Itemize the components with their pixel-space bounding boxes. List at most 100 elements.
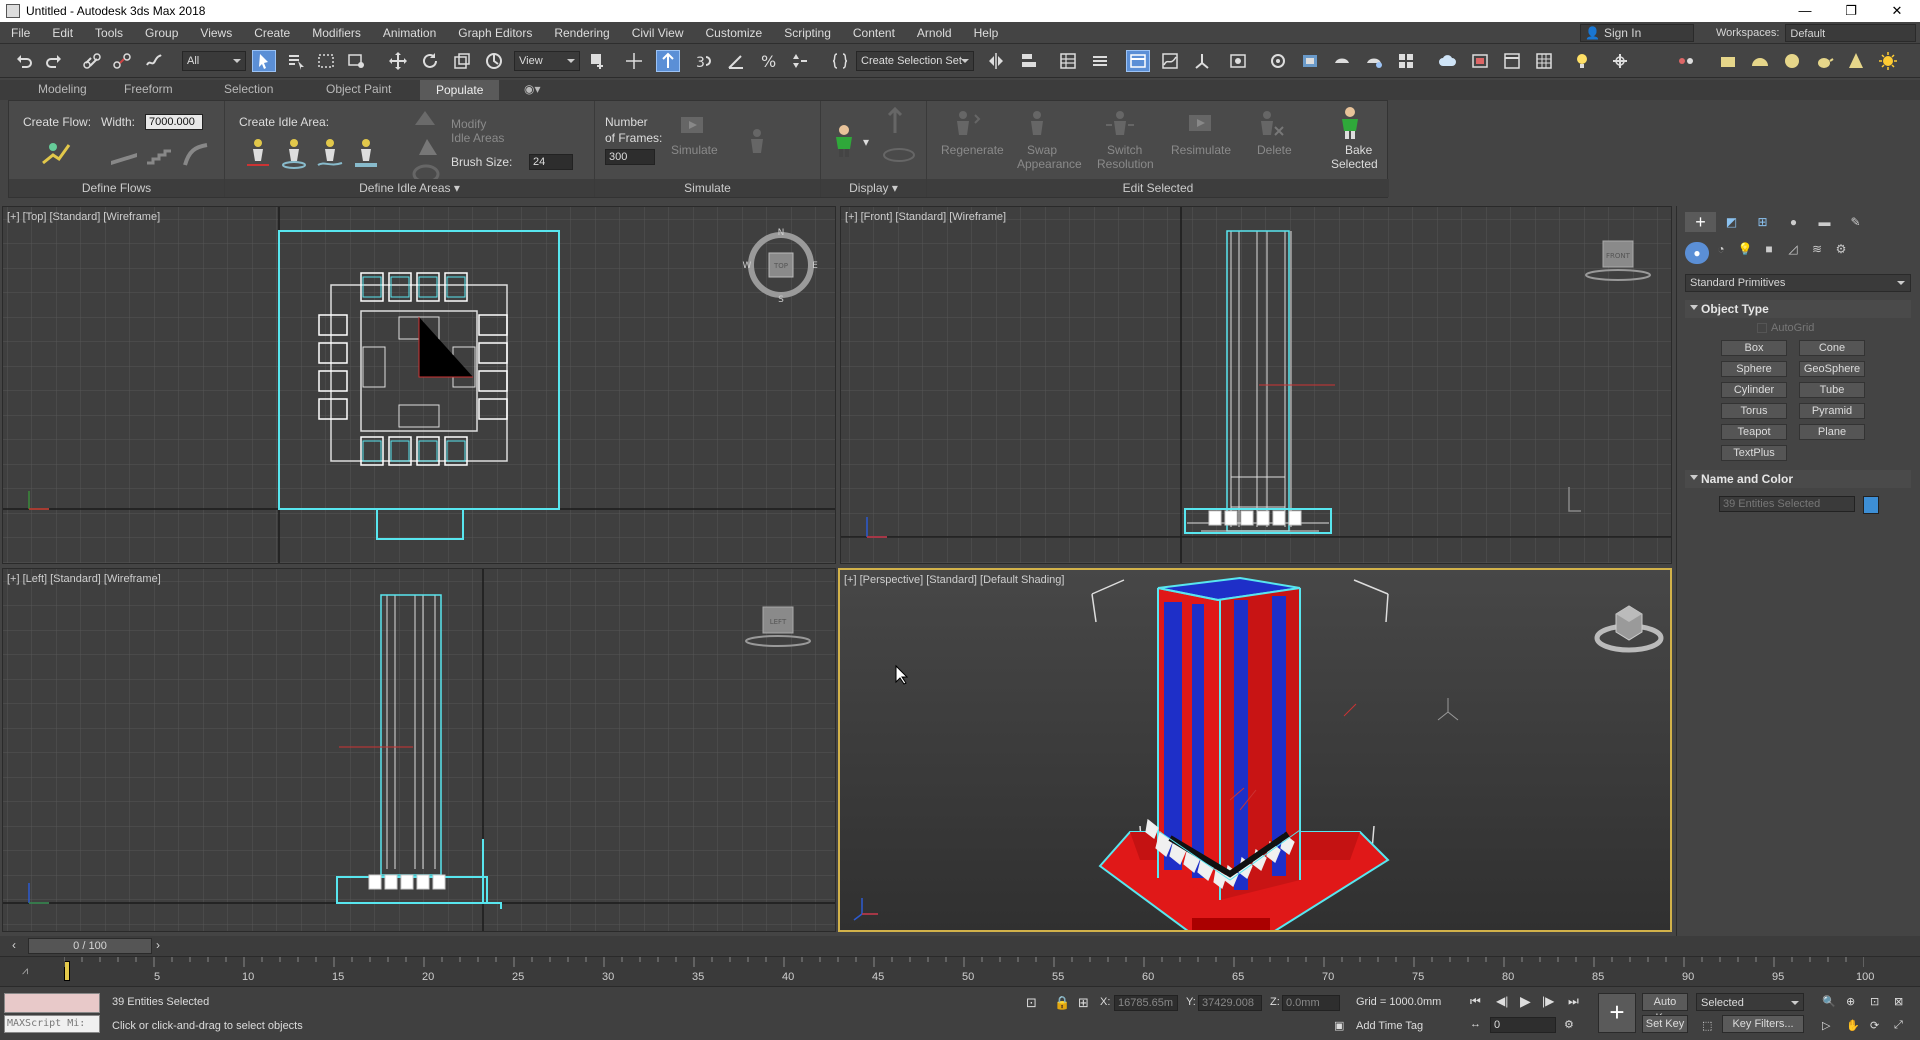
simulate-label[interactable]: Simulate bbox=[671, 143, 718, 157]
select-manipulate-icon[interactable] bbox=[622, 50, 646, 72]
tab-object-paint[interactable]: Object Paint bbox=[326, 82, 391, 96]
cameras-icon[interactable]: ■ bbox=[1757, 242, 1781, 264]
z-coordinate-field[interactable]: 0.0mm bbox=[1282, 995, 1340, 1011]
grid-panel-icon[interactable] bbox=[1532, 50, 1556, 72]
idle-circle-icon[interactable] bbox=[279, 135, 309, 169]
add-idle-icon[interactable] bbox=[411, 107, 439, 131]
teapot-primitive-icon[interactable] bbox=[1812, 50, 1836, 72]
schematic-view-icon[interactable] bbox=[1190, 50, 1214, 72]
key-selection-dropdown[interactable]: Selected bbox=[1696, 993, 1804, 1011]
mirror-icon[interactable] bbox=[984, 50, 1008, 72]
lights-icon[interactable]: 💡 bbox=[1733, 242, 1757, 264]
width-input[interactable]: 7000.000 bbox=[145, 114, 203, 130]
unlink-icon[interactable] bbox=[110, 50, 134, 72]
flow-ramp-icon[interactable] bbox=[109, 141, 139, 167]
display-tab-icon[interactable]: ▬ bbox=[1809, 212, 1840, 232]
edit-named-selection-icon[interactable] bbox=[828, 50, 852, 72]
sun-icon[interactable] bbox=[1876, 50, 1900, 72]
name-and-color-rollout[interactable]: Name and Color bbox=[1685, 470, 1911, 488]
snap-toggle-icon[interactable]: 3 bbox=[692, 50, 716, 72]
menu-edit[interactable]: Edit bbox=[41, 22, 84, 44]
helpers-icon[interactable]: ◿ bbox=[1781, 242, 1805, 264]
viewport-front-label[interactable]: [+] [Front] [Standard] [Wireframe] bbox=[845, 211, 1006, 223]
torus-button[interactable]: Torus bbox=[1721, 403, 1787, 419]
object-color-swatch[interactable] bbox=[1863, 496, 1879, 514]
cone-button[interactable]: Cone bbox=[1799, 340, 1865, 356]
viewcube-front[interactable]: FRONT bbox=[1581, 237, 1657, 287]
zoom-extents-icon[interactable]: ⊡ bbox=[1870, 995, 1879, 1008]
viewport-front[interactable]: [+] [Front] [Standard] [Wireframe] FRONT bbox=[840, 206, 1672, 564]
y-coordinate-field[interactable]: 37429.008 bbox=[1198, 995, 1262, 1011]
autogrid-checkbox[interactable] bbox=[1757, 323, 1767, 333]
idle-spline-icon[interactable] bbox=[351, 135, 381, 169]
regenerate-icon[interactable] bbox=[949, 107, 983, 141]
time-prev-icon[interactable]: ‹ bbox=[12, 938, 16, 952]
menu-scripting[interactable]: Scripting bbox=[773, 22, 842, 44]
hierarchy-tab-icon[interactable]: ⊞ bbox=[1747, 212, 1778, 232]
menu-arnold[interactable]: Arnold bbox=[906, 22, 963, 44]
motion-tab-icon[interactable]: ● bbox=[1778, 212, 1809, 232]
scene-explorer-icon[interactable] bbox=[1056, 50, 1080, 72]
box-primitive-icon[interactable] bbox=[1716, 50, 1740, 72]
systems-icon[interactable]: ⚙ bbox=[1829, 242, 1853, 264]
auto-key-button[interactable]: Auto Key bbox=[1642, 993, 1688, 1024]
switch-label-2[interactable]: Resolution bbox=[1097, 157, 1154, 171]
resimulate-icon[interactable] bbox=[1183, 107, 1217, 141]
menu-tools[interactable]: Tools bbox=[84, 22, 134, 44]
simulate-step-icon[interactable] bbox=[743, 125, 771, 159]
named-selection-set-dropdown[interactable]: Create Selection Set bbox=[856, 51, 974, 71]
menu-group[interactable]: Group bbox=[134, 22, 189, 44]
time-tag-icon[interactable]: ▣ bbox=[1334, 1019, 1344, 1032]
bones-icon[interactable] bbox=[1608, 50, 1632, 72]
reference-coord-dropdown[interactable]: View bbox=[514, 51, 580, 71]
display-dropdown-icon[interactable]: ▾ bbox=[863, 135, 869, 149]
menu-help[interactable]: Help bbox=[963, 22, 1010, 44]
pyramid-button[interactable]: Pyramid bbox=[1799, 403, 1865, 419]
orbit-icon[interactable]: ⟳ bbox=[1870, 1019, 1879, 1032]
bind-space-warp-icon[interactable] bbox=[142, 50, 166, 72]
tab-freeform[interactable]: Freeform bbox=[124, 82, 173, 96]
switch-resolution-icon[interactable] bbox=[1103, 107, 1137, 141]
bake-label[interactable]: Bake bbox=[1345, 143, 1372, 157]
viewport-perspective[interactable]: [+] [Perspective] [Standard] [Default Sh… bbox=[838, 568, 1672, 932]
select-by-name-icon[interactable] bbox=[284, 50, 308, 72]
goto-start-icon[interactable]: ⏮ bbox=[1470, 994, 1481, 1009]
flow-curve-icon[interactable] bbox=[181, 141, 211, 167]
bake-selected-icon[interactable] bbox=[1335, 105, 1365, 141]
rotate-icon[interactable] bbox=[418, 50, 442, 72]
keyboard-shortcut-override-icon[interactable] bbox=[656, 50, 680, 72]
tube-button[interactable]: Tube bbox=[1799, 382, 1865, 398]
swap-label-2[interactable]: Appearance bbox=[1017, 157, 1082, 171]
isolate-selection-icon[interactable]: ⊡ bbox=[1026, 995, 1037, 1011]
restore-button[interactable]: ❐ bbox=[1828, 0, 1874, 22]
viewcube-compass[interactable]: TOP N S W E bbox=[741, 225, 821, 305]
toggle-ribbon-icon[interactable] bbox=[1126, 50, 1150, 72]
workspaces-value[interactable]: Default bbox=[1785, 24, 1916, 42]
panel-icon[interactable] bbox=[1500, 50, 1524, 72]
workspaces-selector[interactable]: Workspaces: Default bbox=[1716, 24, 1916, 42]
display-person-icon[interactable] bbox=[829, 123, 859, 159]
time-slider[interactable]: 0 / 100 bbox=[28, 938, 152, 954]
maximize-viewport-icon[interactable]: ⤢ bbox=[1894, 1019, 1903, 1032]
time-config-icon[interactable]: ⚙ bbox=[1564, 1018, 1574, 1031]
dome-icon[interactable] bbox=[1748, 50, 1772, 72]
key-filters-button[interactable]: Key Filters... bbox=[1722, 1015, 1804, 1033]
close-button[interactable]: ✕ bbox=[1874, 0, 1920, 22]
sphere-primitive-icon[interactable] bbox=[1780, 50, 1804, 72]
scale-icon[interactable] bbox=[450, 50, 474, 72]
goto-end-icon[interactable]: ⏭ bbox=[1568, 994, 1579, 1009]
viewcube-perspective[interactable] bbox=[1594, 600, 1664, 656]
set-key-big-button[interactable]: + bbox=[1598, 993, 1636, 1033]
spinner-snap-icon[interactable] bbox=[788, 50, 812, 72]
textplus-button[interactable]: TextPlus bbox=[1721, 445, 1787, 461]
placement-icon[interactable] bbox=[482, 50, 506, 72]
menu-create[interactable]: Create bbox=[243, 22, 301, 44]
viewcube-left[interactable]: LEFT bbox=[741, 603, 817, 653]
pan-icon[interactable]: ✋ bbox=[1846, 1019, 1860, 1032]
key-mode-icon[interactable]: ↔ bbox=[1470, 1018, 1481, 1030]
angle-snap-icon[interactable] bbox=[724, 50, 748, 72]
set-key-button[interactable]: Set Key bbox=[1642, 1015, 1688, 1033]
box-button[interactable]: Box bbox=[1721, 340, 1787, 356]
effects-icon[interactable] bbox=[1674, 50, 1698, 72]
selection-lock-icon[interactable]: 🔒 bbox=[1054, 995, 1070, 1011]
